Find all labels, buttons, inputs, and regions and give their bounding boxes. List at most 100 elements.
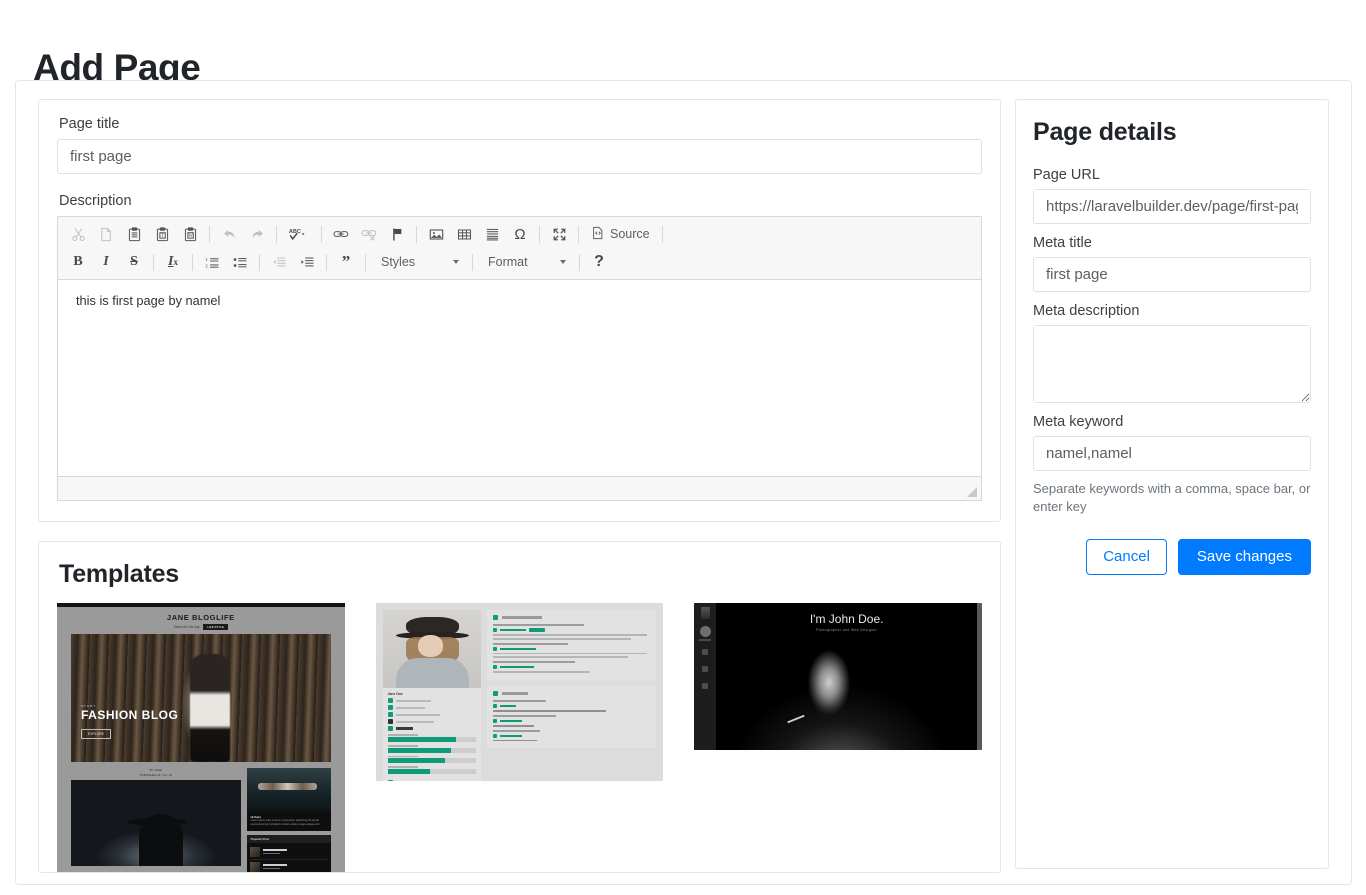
toolbar-separator xyxy=(321,225,322,243)
avatar xyxy=(699,626,711,637)
copy-icon[interactable] xyxy=(94,223,118,245)
editor-content-area[interactable]: this is first page by namel xyxy=(58,280,981,476)
template-article-photo xyxy=(71,780,241,866)
undo-icon[interactable] xyxy=(217,223,241,245)
rich-text-editor[interactable]: T W ABC Ω Source B I S I x 1 2 ” Styles … xyxy=(57,216,982,501)
content-card: Page title Description xyxy=(15,80,1352,885)
svg-text:ABC: ABC xyxy=(289,229,301,235)
meta-keyword-input[interactable] xyxy=(1033,436,1311,471)
format-dropdown-label: Format xyxy=(488,255,528,269)
meta-keyword-hint: Separate keywords with a comma, space ba… xyxy=(1033,481,1311,515)
link-icon[interactable] xyxy=(329,223,353,245)
resume-person-name: Jane Doe xyxy=(387,692,403,696)
decrease-indent-icon[interactable] xyxy=(267,251,291,273)
template-meta-date: PUBLISHED 11 / 11 / 19 xyxy=(139,772,173,777)
left-column: Page title Description xyxy=(38,99,1001,873)
bold-icon[interactable]: B xyxy=(66,251,90,273)
template-pill: LIFE STYLE xyxy=(203,624,229,630)
increase-indent-icon[interactable] xyxy=(295,251,319,273)
numbered-list-icon[interactable]: 1 2 xyxy=(200,251,224,273)
template-meta-author: BY JANE xyxy=(149,768,163,772)
template-card-dark-portfolio[interactable]: I'm John Doe. Photographer and Web Desig… xyxy=(694,603,982,750)
template-side-caption: Hi there Lorem ipsum dolor sit amet, con… xyxy=(246,812,331,831)
bulleted-list-icon[interactable] xyxy=(228,251,252,273)
toolbar-separator xyxy=(276,225,277,243)
form-actions: Cancel Save changes xyxy=(1033,538,1311,575)
source-button[interactable]: Source xyxy=(586,223,655,245)
table-icon[interactable] xyxy=(452,223,476,245)
meta-keyword-label: Meta keyword xyxy=(1033,414,1124,430)
cancel-button[interactable]: Cancel xyxy=(1086,538,1167,575)
templates-panel: Templates JANE BLOGLIFE Stories for the … xyxy=(38,541,1001,873)
nav-icon xyxy=(702,666,709,672)
template-hero-image: STORY FASHION BLOG EXPLORE xyxy=(71,634,331,762)
format-dropdown[interactable]: Format xyxy=(480,251,572,273)
page-title-input[interactable] xyxy=(57,139,982,174)
maximize-icon[interactable] xyxy=(547,223,571,245)
editor-footer xyxy=(58,476,981,500)
page-details-title: Page details xyxy=(1033,118,1177,146)
toolbar-separator xyxy=(365,253,366,271)
image-icon[interactable] xyxy=(424,223,448,245)
toolbar-separator xyxy=(578,225,579,243)
editor-toolbar-row-2: B I S Ix 1 2 ” Styles Format ? xyxy=(62,248,979,276)
templates-list: JANE BLOGLIFE Stories for the day LIFE S… xyxy=(57,603,982,872)
unlink-icon[interactable] xyxy=(357,223,381,245)
horizontal-line-icon[interactable] xyxy=(480,223,504,245)
toolbar-separator xyxy=(579,253,580,271)
toolbar-separator xyxy=(416,225,417,243)
portfolio-subtitle: Photographer and Web Designer xyxy=(816,628,878,632)
svg-text:T: T xyxy=(161,233,164,239)
toolbar-separator xyxy=(539,225,540,243)
resume-work-experience-section xyxy=(486,610,657,680)
page-url-input[interactable] xyxy=(1033,189,1311,224)
portfolio-logo xyxy=(700,607,710,619)
templates-title: Templates xyxy=(59,560,180,588)
resume-photo xyxy=(382,610,481,688)
paste-icon[interactable] xyxy=(122,223,146,245)
scrollbar[interactable] xyxy=(976,603,982,750)
anchor-icon[interactable] xyxy=(385,223,409,245)
template-card-fashion-blog[interactable]: JANE BLOGLIFE Stories for the day LIFE S… xyxy=(57,603,345,872)
meta-description-label: Meta description xyxy=(1033,303,1140,319)
portfolio-sidebar xyxy=(694,603,717,750)
redo-icon[interactable] xyxy=(245,223,269,245)
about-icon[interactable]: ? xyxy=(587,251,611,273)
svg-text:2: 2 xyxy=(205,263,208,268)
styles-dropdown[interactable]: Styles xyxy=(373,251,465,273)
toolbar-separator xyxy=(209,225,210,243)
template-side-photo xyxy=(246,768,331,812)
portfolio-hero: I'm John Doe. Photographer and Web Desig… xyxy=(716,603,977,750)
template-card-resume[interactable]: Jane Doe xyxy=(375,603,664,781)
special-character-icon[interactable]: Ω xyxy=(508,223,532,245)
template-hero-button: EXPLORE xyxy=(81,729,112,739)
page-details-panel: Page details Page URL Meta title Meta de… xyxy=(1015,99,1329,869)
italic-icon[interactable]: I xyxy=(94,251,118,273)
meta-description-textarea[interactable] xyxy=(1033,325,1311,403)
editor-toolbar: T W ABC Ω Source B I S I x 1 2 ” Styles … xyxy=(58,217,981,280)
strikethrough-icon[interactable]: S xyxy=(122,251,146,273)
toolbar-separator xyxy=(192,253,193,271)
styles-dropdown-label: Styles xyxy=(381,255,416,269)
editor-toolbar-row-1: T W ABC Ω Source xyxy=(62,220,979,248)
paste-as-plain-text-icon[interactable]: T xyxy=(150,223,174,245)
cut-icon[interactable] xyxy=(66,223,90,245)
remove-format-icon[interactable]: Ix xyxy=(161,251,185,273)
template-tagline: Stories for the day LIFE STYLE xyxy=(57,624,345,630)
spell-check-icon[interactable]: ABC xyxy=(284,223,314,245)
toolbar-separator xyxy=(259,253,260,271)
editor-resize-handle[interactable] xyxy=(964,484,978,498)
meta-title-input[interactable] xyxy=(1033,257,1311,292)
toolbar-separator xyxy=(326,253,327,271)
paste-from-word-icon[interactable]: W xyxy=(178,223,202,245)
chevron-down-icon xyxy=(560,260,566,264)
toolbar-separator xyxy=(472,253,473,271)
editor-paragraph: this is first page by namel xyxy=(76,293,221,308)
meta-title-label: Meta title xyxy=(1033,235,1092,251)
svg-text:1: 1 xyxy=(205,257,208,262)
template-hero-kicker: STORY xyxy=(81,704,97,708)
save-changes-button[interactable]: Save changes xyxy=(1177,538,1311,575)
resume-education-section xyxy=(486,685,657,749)
template-popular-list xyxy=(246,842,331,872)
blockquote-icon[interactable]: ” xyxy=(334,251,358,273)
